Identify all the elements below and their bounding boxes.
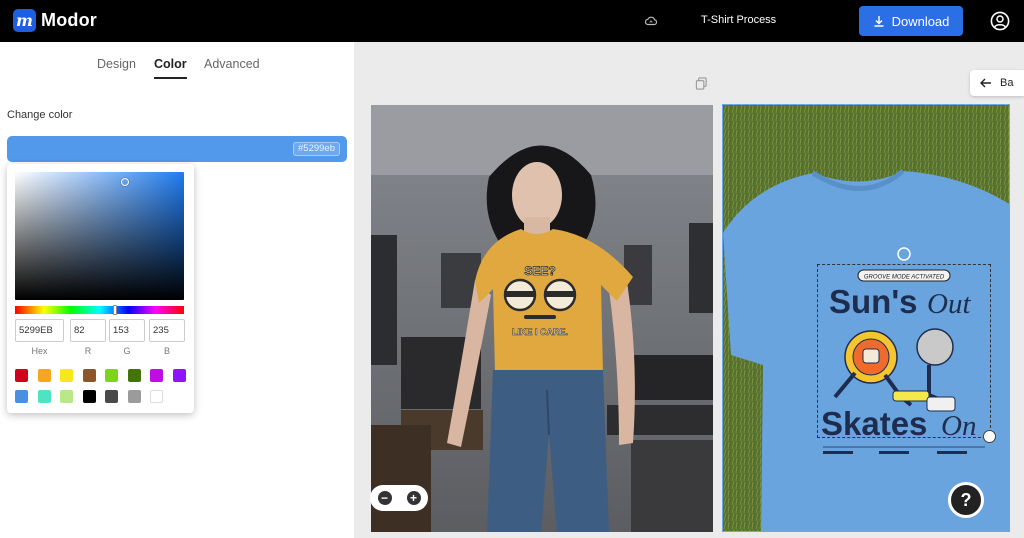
zoom-in-icon[interactable]: + [406,491,421,505]
logo-icon: m [13,9,36,32]
color-swatch[interactable] [105,369,118,382]
color-swatch[interactable] [60,390,73,403]
hex-field-group: Hex [15,319,64,356]
arrow-left-icon [980,78,991,88]
cloud-sync-icon[interactable] [644,14,658,28]
zoom-out-icon[interactable]: − [377,491,392,505]
color-swatch[interactable] [37,369,51,382]
tab-advanced[interactable]: Advanced [204,57,260,77]
back-button[interactable]: Ba [970,70,1024,96]
hex-label: Hex [31,346,48,356]
color-swatch[interactable] [15,390,28,403]
top-bar: m Modor T-Shirt Process Download [0,0,1024,42]
user-account-icon[interactable] [990,11,1010,31]
saturation-value-area[interactable] [15,172,184,300]
g-input[interactable] [109,319,145,342]
color-swatch[interactable] [127,390,141,403]
r-label: R [84,346,92,356]
color-input-bar[interactable]: #5299eb [7,136,347,162]
zoom-controls: − + [370,485,428,511]
tab-design[interactable]: Design [97,57,136,77]
download-button[interactable]: Download [859,6,963,36]
hue-handle[interactable] [113,305,117,315]
download-label: Download [891,13,950,29]
color-swatch[interactable] [150,390,163,403]
hue-slider[interactable] [15,305,184,315]
r-input[interactable] [70,319,106,342]
back-label: Ba [1000,77,1014,89]
tee-text-bottom: LIKE I CARE. [512,327,568,337]
sidebar-tabs: Design Color Advanced [0,57,354,83]
tee-text-top: SEE? [524,264,555,278]
r-field-group: R [70,319,106,356]
color-swatch[interactable] [37,390,51,403]
sidebar: Design Color Advanced Change color #5299… [0,42,354,538]
color-picker-popover: Hex R G B [7,164,194,413]
b-label: B [163,346,170,356]
color-swatch[interactable] [172,369,186,382]
saturation-handle[interactable] [121,178,129,186]
project-name[interactable]: T-Shirt Process [701,14,776,26]
download-icon [874,16,884,27]
hex-input[interactable] [15,319,64,342]
help-button[interactable]: ? [948,482,984,518]
studio-scene-image: SEE? LIKE I CARE. [371,105,713,532]
b-field-group: B [149,319,185,356]
app-name: Modor [41,10,97,30]
mockup-photo-1[interactable]: SEE? LIKE I CARE. [371,105,713,532]
color-swatch[interactable] [127,369,141,382]
color-swatch[interactable] [60,369,73,382]
color-swatch[interactable] [15,369,28,382]
g-label: G [123,346,131,356]
color-swatch[interactable] [105,390,118,403]
color-swatch[interactable] [82,369,96,382]
design-selection-box[interactable] [817,264,991,438]
b-input[interactable] [149,319,185,342]
current-color-chip: #5299eb [293,142,340,156]
change-color-label: Change color [7,109,73,121]
color-swatch[interactable] [150,369,163,382]
tab-color[interactable]: Color [154,57,187,79]
copy-icon[interactable] [695,77,708,90]
resize-handle[interactable] [983,430,996,443]
g-field-group: G [109,319,145,356]
app-logo[interactable]: m Modor [13,9,97,32]
color-swatch[interactable] [82,390,96,403]
